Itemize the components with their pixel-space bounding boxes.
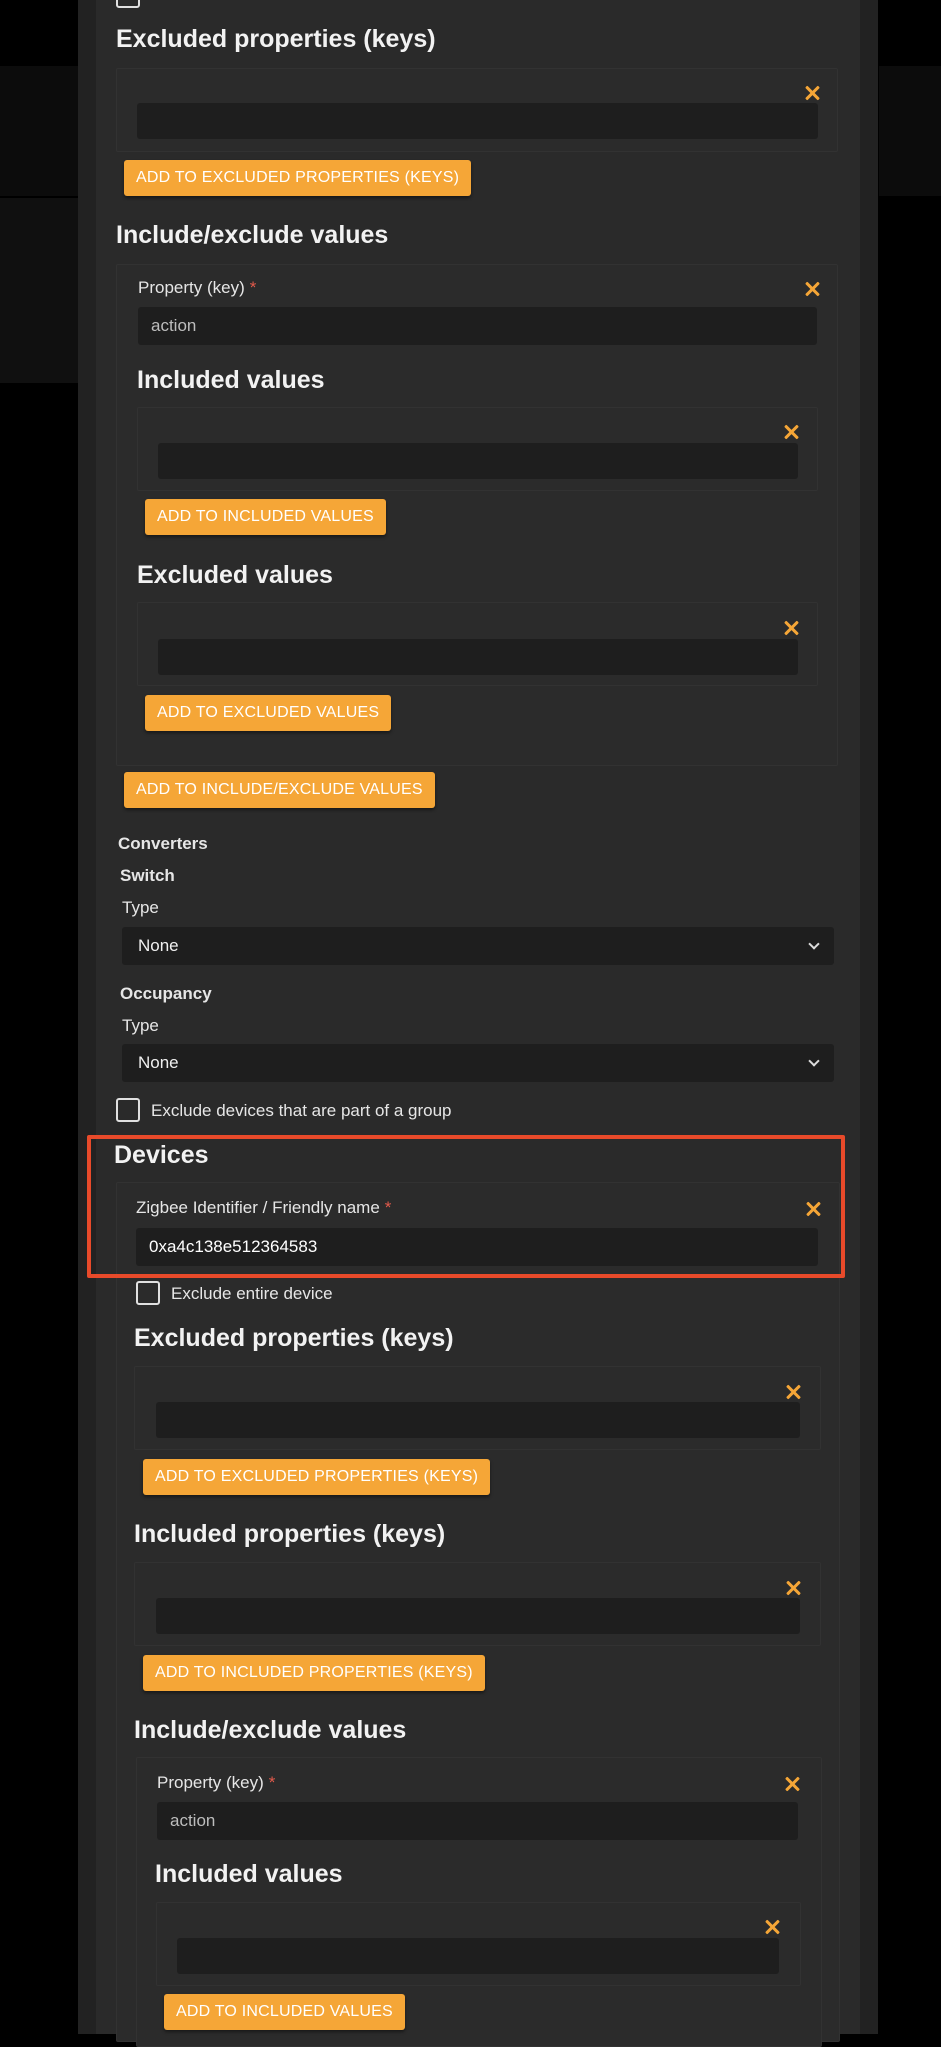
add-included-values-button[interactable]: ADD TO INCLUDED VALUES [145,499,386,535]
device-included-values-heading: Included values [155,1860,343,1888]
switch-type-value: None [138,936,179,955]
occupancy-type-label: Type [122,1016,159,1035]
device-included-property-input[interactable] [156,1598,800,1634]
excluded-value-input[interactable] [158,639,798,675]
close-x-icon[interactable] [764,1919,780,1935]
exclude-group-checkbox[interactable] [116,1098,140,1122]
device-add-included-properties-button[interactable]: ADD TO INCLUDED PROPERTIES (KEYS) [143,1655,485,1691]
device-add-excluded-properties-button[interactable]: ADD TO EXCLUDED PROPERTIES (KEYS) [143,1459,491,1495]
chevron-down-icon [808,937,820,950]
required-mark: * [249,278,257,297]
property-key-label: Property (key) * [138,278,257,297]
close-x-icon[interactable] [785,1384,801,1400]
include-exclude-heading: Include/exclude values [116,221,389,249]
top-partial-checkbox[interactable] [116,0,140,8]
property-key-input[interactable]: action [138,307,817,345]
chevron-down-icon [808,1054,820,1067]
exclude-group-label: Exclude devices that are part of a group [151,1101,452,1120]
close-x-icon[interactable] [785,1580,801,1596]
occupancy-type-select[interactable]: None [122,1044,834,1082]
selection-highlight [87,1135,845,1278]
required-mark: * [268,1773,276,1792]
switch-heading: Switch [120,866,175,885]
occupancy-heading: Occupancy [120,984,212,1003]
add-excluded-values-button[interactable]: ADD TO EXCLUDED VALUES [145,695,392,731]
add-excluded-properties-button[interactable]: ADD TO EXCLUDED PROPERTIES (KEYS) [124,160,472,196]
device-included-value-input[interactable] [177,1938,779,1974]
device-excluded-properties-heading: Excluded properties (keys) [134,1324,454,1352]
close-x-icon[interactable] [804,85,820,101]
add-include-exclude-values-button[interactable]: ADD TO INCLUDE/EXCLUDE VALUES [124,772,435,808]
included-value-input[interactable] [158,443,798,479]
switch-type-label: Type [122,898,159,917]
close-x-icon[interactable] [783,620,799,636]
device-property-key-label: Property (key) * [157,1773,276,1792]
device-include-exclude-heading: Include/exclude values [134,1716,407,1744]
excluded-properties-heading: Excluded properties (keys) [116,25,436,53]
converters-heading: Converters [118,834,208,853]
close-x-icon[interactable] [783,424,799,440]
exclude-entire-device-label: Exclude entire device [171,1284,333,1303]
excluded-property-input[interactable] [137,103,818,139]
device-property-key-input[interactable]: action [157,1802,798,1840]
device-excluded-property-input[interactable] [156,1402,800,1438]
background-band [879,66,941,196]
device-included-properties-heading: Included properties (keys) [134,1520,446,1548]
included-values-heading: Included values [137,366,325,394]
close-x-icon[interactable] [784,1776,800,1792]
excluded-values-heading: Excluded values [137,561,333,589]
occupancy-type-value: None [138,1053,179,1072]
exclude-entire-device-checkbox[interactable] [136,1281,160,1305]
close-x-icon[interactable] [804,281,820,297]
switch-type-select[interactable]: None [122,927,834,965]
device-add-included-values-button[interactable]: ADD TO INCLUDED VALUES [164,1994,405,2030]
